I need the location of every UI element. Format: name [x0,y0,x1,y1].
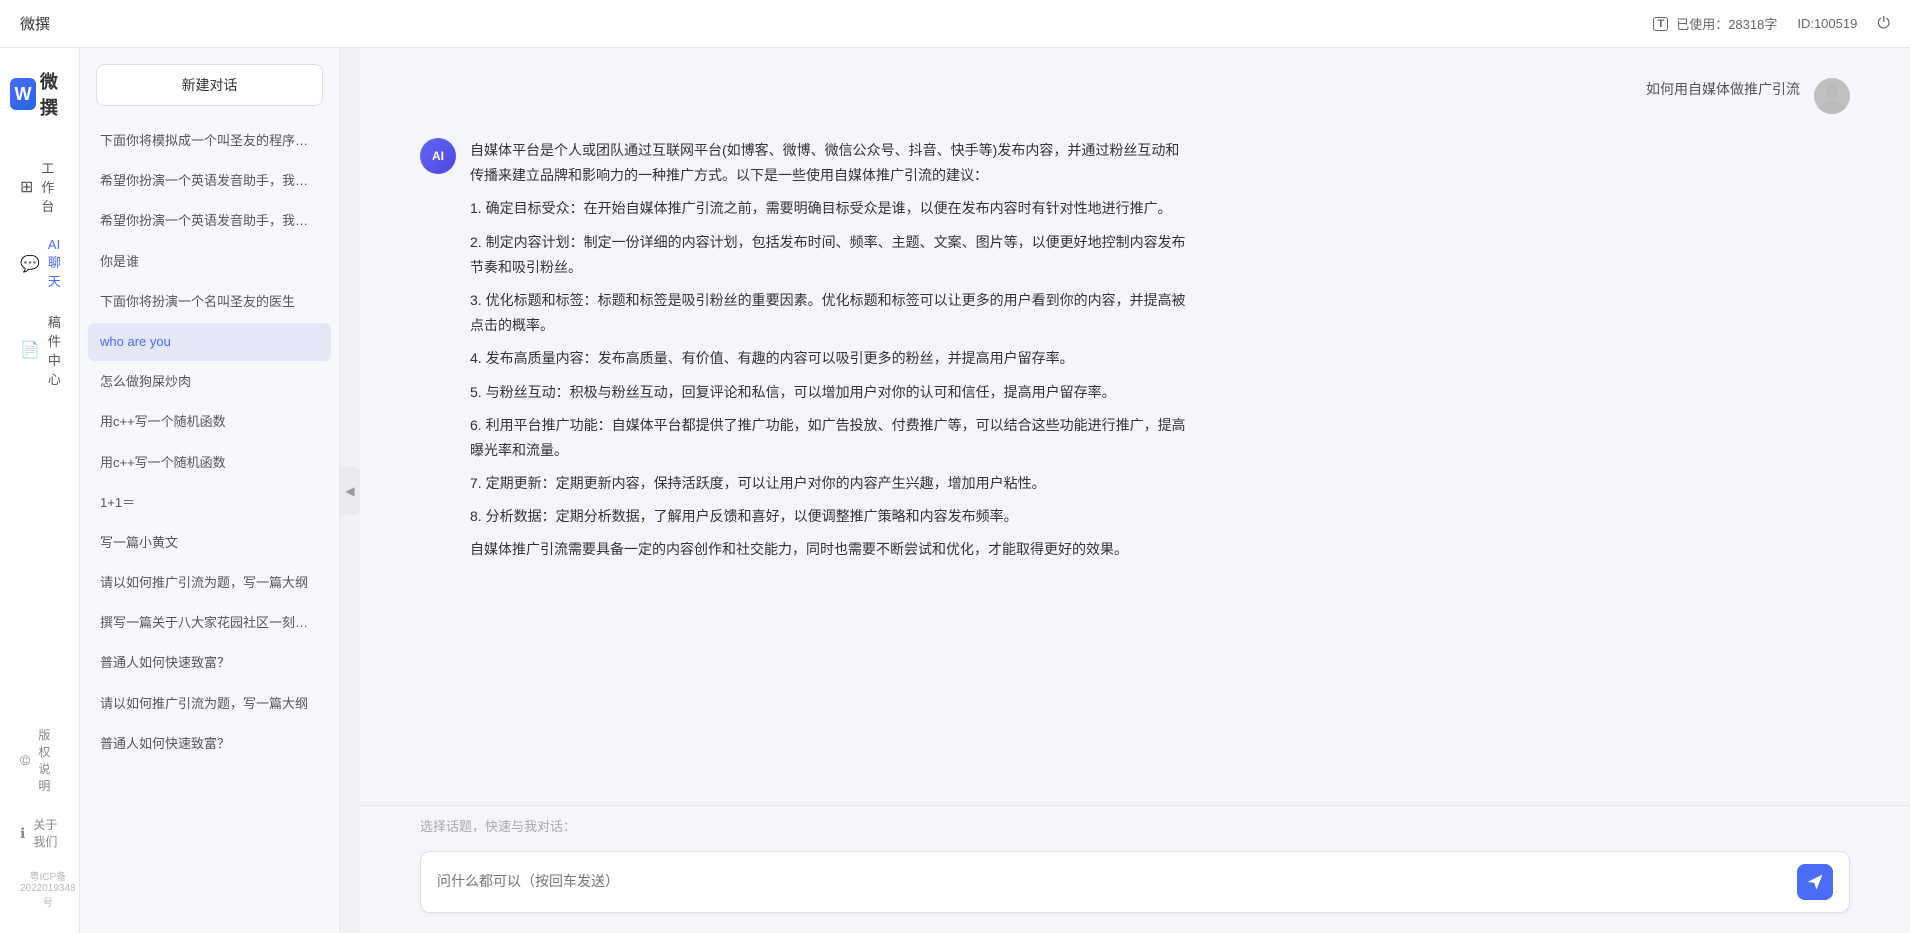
message-row-user: 如何用自媒体做推广引流 [420,78,1850,114]
logo-text: 微撰 [40,68,69,120]
history-item[interactable]: 用c++写一个随机函数 [88,403,331,441]
chat-input[interactable] [437,870,1787,894]
ai-chat-icon: 💬 [20,254,40,274]
input-box [420,851,1850,913]
user-message-bubble: 如何用自媒体做推广引流 [1646,78,1800,102]
sidebar-item-workbench[interactable]: ⊞ 工作台 [10,150,69,223]
history-item[interactable]: 你是谁 [88,243,331,281]
topbar: 微撰 T 已使用：28318字 ID:100519 ⏻ [0,0,1910,48]
sidebar-item-ai-chat[interactable]: 💬 AI聊天 [10,229,69,298]
chat-messages: 如何用自媒体做推广引流 AI 自媒体平台是个人或团队通过互联网平台(如博客、微博… [360,48,1910,805]
ai-response-content: 自媒体平台是个人或团队通过互联网平台(如博客、微博、微信公众号、抖音、快手等)发… [470,138,1190,563]
quick-topics: 选择话题，快速与我对话： [360,805,1910,841]
input-area [360,841,1910,933]
chat-history-list: 下面你将模拟成一个叫圣友的程序员，我说... 希望你扮演一个英语发音助手，我提供… [80,122,339,933]
mail-icon: 📄 [20,340,40,360]
message-row-ai: AI 自媒体平台是个人或团队通过互联网平台(如博客、微博、微信公众号、抖音、快手… [420,138,1850,571]
about-item[interactable]: ℹ 关于我们 [10,808,69,858]
history-item[interactable]: 请以如何推广引流为题，写一篇大纲 [88,564,331,602]
sidebar-item-label: 稿件中心 [48,312,61,388]
topbar-right: T 已使用：28318字 ID:100519 ⏻ [1653,14,1890,33]
nav-bottom: © 版权说明 ℹ 关于我们 粤ICP备2022019348号 [0,718,79,913]
chat-sidebar: 新建对话 下面你将模拟成一个叫圣友的程序员，我说... 希望你扮演一个英语发音助… [80,48,340,933]
history-item[interactable]: 普通人如何快速致富？ [88,725,331,763]
ai-avatar: AI [420,138,456,174]
history-item[interactable]: 1+1＝ [88,484,331,522]
logo-letter: W [14,84,31,105]
topbar-title: 微撰 [20,13,1653,34]
send-button[interactable] [1797,864,1833,900]
user-message-text: 如何用自媒体做推广引流 [1646,81,1800,97]
user-avatar [1814,78,1850,114]
main-layout: W 微撰 ⊞ 工作台 💬 AI聊天 📄 稿件中心 © 版权说明 [0,48,1910,933]
sidebar-item-mail-center[interactable]: 📄 稿件中心 [10,304,69,396]
history-item[interactable]: 下面你将扮演一个名叫圣友的医生 [88,283,331,321]
history-item[interactable]: 怎么做狗屎炒肉 [88,363,331,401]
nav-items: ⊞ 工作台 💬 AI聊天 📄 稿件中心 [0,150,79,718]
usage-text: 已使用：28318字 [1676,14,1777,33]
history-item[interactable]: 写一篇小黄文 [88,524,331,562]
sidebar-item-label: 工作台 [41,158,59,215]
logo-area: W 微撰 [0,68,79,120]
copyright-icon: © [20,752,30,768]
history-item[interactable]: 下面你将模拟成一个叫圣友的程序员，我说... [88,122,331,160]
power-icon[interactable]: ⏻ [1877,15,1890,33]
logo-icon: W [10,78,36,110]
ai-message-bubble: 自媒体平台是个人或团队通过互联网平台(如博客、微博、微信公众号、抖音、快手等)发… [470,138,1190,571]
history-item[interactable]: 请以如何推广引流为题，写一篇大纲 [88,685,331,723]
history-item[interactable]: 希望你扮演一个英语发音助手，我提供给你... [88,162,331,200]
copyright-item[interactable]: © 版权说明 [10,718,69,802]
left-nav: W 微撰 ⊞ 工作台 💬 AI聊天 📄 稿件中心 © 版权说明 [0,48,80,933]
quick-topics-label: 选择话题，快速与我对话： [420,819,576,834]
history-item[interactable]: 希望你扮演一个英语发音助手，我提供给你... [88,202,331,240]
usage-t-icon: T [1653,17,1668,31]
history-item[interactable]: 撰写一篇关于八大家花园社区一刻钟便民生... [88,604,331,642]
workbench-icon: ⊞ [20,177,33,197]
history-item-active[interactable]: who are you [88,323,331,361]
send-icon [1806,873,1824,891]
history-item[interactable]: 普通人如何快速致富？ [88,644,331,682]
new-chat-button[interactable]: 新建对话 [96,64,323,106]
icp-text: 粤ICP备2022019348号 [10,864,86,913]
collapse-sidebar-button[interactable]: ◀ [340,467,360,515]
about-icon: ℹ [20,825,25,842]
chat-main: 如何用自媒体做推广引流 AI 自媒体平台是个人或团队通过互联网平台(如博客、微博… [360,48,1910,933]
id-text: ID:100519 [1797,16,1857,31]
usage-info: T 已使用：28318字 [1653,14,1777,33]
copyright-label: 版权说明 [38,726,59,794]
history-item[interactable]: 用c++写一个随机函数 [88,444,331,482]
ai-avatar-label: AI [432,149,444,163]
sidebar-item-label: AI聊天 [48,237,61,290]
about-label: 关于我们 [33,816,59,850]
